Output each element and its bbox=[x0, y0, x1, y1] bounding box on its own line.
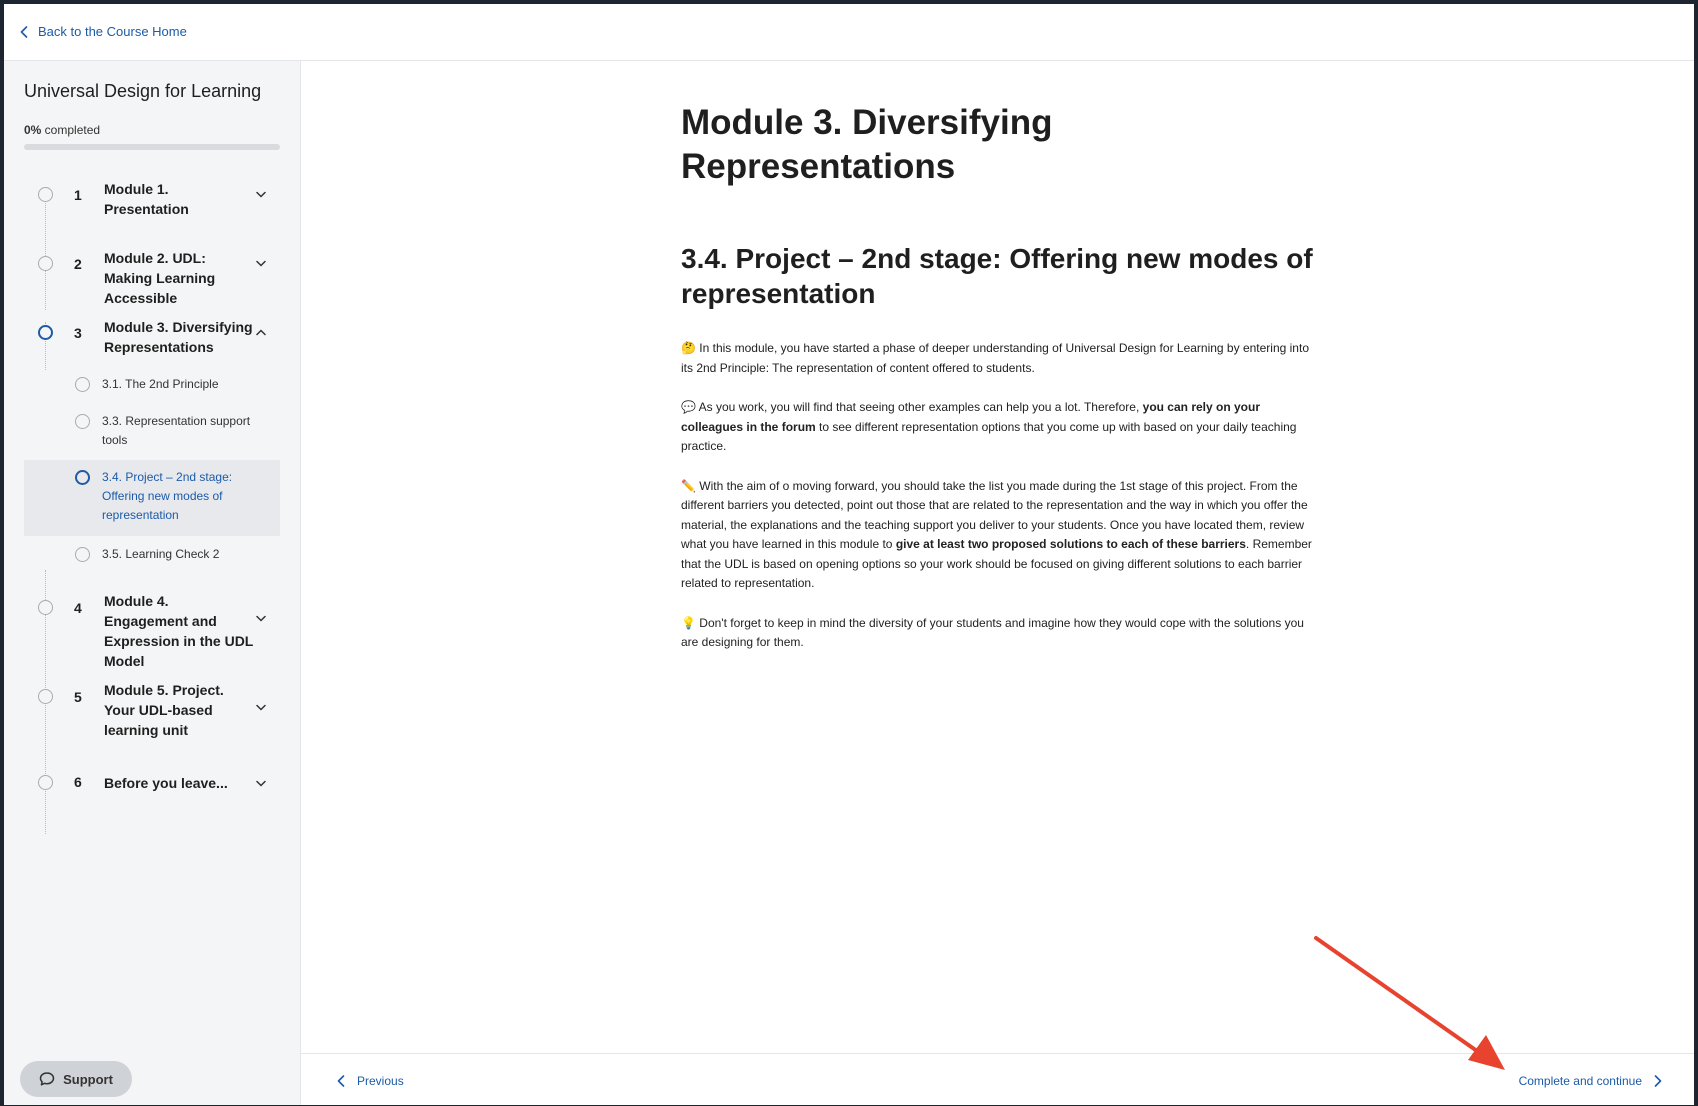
module-item-1[interactable]: 1 Module 1. Presentation bbox=[24, 179, 280, 227]
module-number: 4 bbox=[74, 600, 82, 616]
chevron-right-icon bbox=[1654, 1075, 1662, 1087]
module-title: Module 2. UDL: Making Learning Accessibl… bbox=[104, 250, 216, 306]
module-status-icon bbox=[38, 775, 53, 790]
lesson-paragraph-4: 💡 Don't forget to keep in mind the diver… bbox=[681, 615, 1304, 650]
lesson-status-icon bbox=[75, 547, 90, 562]
module-item-4[interactable]: 4 Module 4. Engagement and Expression in… bbox=[24, 591, 280, 669]
chevron-down-icon[interactable] bbox=[256, 191, 266, 198]
previous-button[interactable]: Previous bbox=[337, 1074, 404, 1088]
module-title: Before you leave... bbox=[104, 775, 228, 791]
support-button[interactable]: Support bbox=[20, 1061, 132, 1097]
module-status-icon bbox=[38, 689, 53, 704]
previous-label: Previous bbox=[357, 1074, 404, 1088]
lesson-title: 3.1. The 2nd Principle bbox=[102, 377, 219, 391]
module-list: 1 Module 1. Presentation 2 Module 2. UDL… bbox=[4, 61, 300, 1105]
module-status-icon bbox=[38, 600, 53, 615]
paragraph-bold-text: give at least two proposed solutions to … bbox=[895, 537, 1246, 551]
app-window: Back to the Course Home Universal Design… bbox=[4, 4, 1694, 1105]
lesson-heading: 3.4. Project – 2nd stage: Offering new m… bbox=[681, 243, 1313, 309]
chevron-down-icon[interactable] bbox=[256, 260, 266, 267]
top-bar: Back to the Course Home bbox=[4, 4, 1694, 61]
back-to-course-link[interactable]: Back to the Course Home bbox=[20, 24, 187, 39]
lesson-item[interactable]: 3.5. Learning Check 2 bbox=[24, 545, 280, 569]
lesson-status-icon bbox=[75, 414, 90, 429]
module-title: Module 5. Project. Your UDL-based learni… bbox=[104, 682, 224, 738]
chat-bubble-icon bbox=[39, 1072, 55, 1086]
module-title: Module 4. Engagement and Expression in t… bbox=[104, 593, 254, 669]
lesson-footer-nav: Previous Complete and continue bbox=[301, 1053, 1694, 1105]
support-label: Support bbox=[63, 1071, 113, 1087]
module-item-6[interactable]: 6 Before you leave... bbox=[24, 772, 280, 796]
back-to-course-label: Back to the Course Home bbox=[38, 24, 187, 39]
module-number: 1 bbox=[74, 187, 82, 203]
module-heading: Module 3. Diversifying Representations bbox=[681, 103, 1053, 186]
module-number: 6 bbox=[74, 774, 82, 790]
module-number: 3 bbox=[74, 325, 82, 341]
chevron-down-icon[interactable] bbox=[256, 615, 266, 622]
chevron-left-icon bbox=[337, 1075, 345, 1087]
module-number: 5 bbox=[74, 689, 82, 705]
lesson-title: 3.4. Project – 2nd stage: Offering new m… bbox=[102, 470, 233, 522]
lesson-title: 3.3. Representation support tools bbox=[102, 414, 251, 447]
chevron-left-icon bbox=[20, 25, 28, 38]
lesson-content-area: Module 3. Diversifying Representations 3… bbox=[301, 61, 1694, 1105]
lesson-item-current[interactable]: 3.4. Project – 2nd stage: Offering new m… bbox=[24, 460, 280, 536]
module-item-2[interactable]: 2 Module 2. UDL: Making Learning Accessi… bbox=[24, 248, 280, 306]
module-item-5[interactable]: 5 Module 5. Project. Your UDL-based lear… bbox=[24, 680, 280, 746]
lesson-paragraph-2: 💬 As you work, you will find that seeing… bbox=[681, 398, 1321, 457]
lesson-content: Module 3. Diversifying Representations 3… bbox=[681, 101, 1321, 653]
module-title: Module 3. Diversifying Representations bbox=[104, 319, 253, 355]
module-status-icon bbox=[38, 187, 53, 202]
lesson-status-icon bbox=[75, 377, 90, 392]
complete-and-continue-label: Complete and continue bbox=[1518, 1074, 1642, 1088]
lesson-paragraph-3: ✏️ With the aim of o moving forward, you… bbox=[681, 477, 1321, 594]
chevron-up-icon[interactable] bbox=[256, 329, 266, 336]
module-status-icon bbox=[38, 325, 53, 340]
complete-and-continue-button[interactable]: Complete and continue bbox=[1519, 1074, 1662, 1088]
module-number: 2 bbox=[74, 256, 82, 272]
lesson-item[interactable]: 3.3. Representation support tools bbox=[24, 412, 280, 452]
lesson-status-icon bbox=[75, 470, 90, 485]
lesson-paragraph-1: 🤔 In this module, you have started a pha… bbox=[681, 341, 1309, 375]
chevron-down-icon[interactable] bbox=[256, 780, 266, 787]
chevron-down-icon[interactable] bbox=[256, 704, 266, 711]
module-item-3[interactable]: 3 Module 3. Diversifying Representations bbox=[24, 317, 280, 365]
paragraph-text: 💬 As you work, you will find that seeing… bbox=[681, 400, 1143, 414]
module-status-icon bbox=[38, 256, 53, 271]
course-sidebar: Universal Design for Learning 0% complet… bbox=[4, 61, 301, 1105]
lesson-title: 3.5. Learning Check 2 bbox=[102, 547, 220, 561]
module-title: Module 1. Presentation bbox=[104, 181, 189, 217]
lesson-item[interactable]: 3.1. The 2nd Principle bbox=[24, 375, 280, 399]
